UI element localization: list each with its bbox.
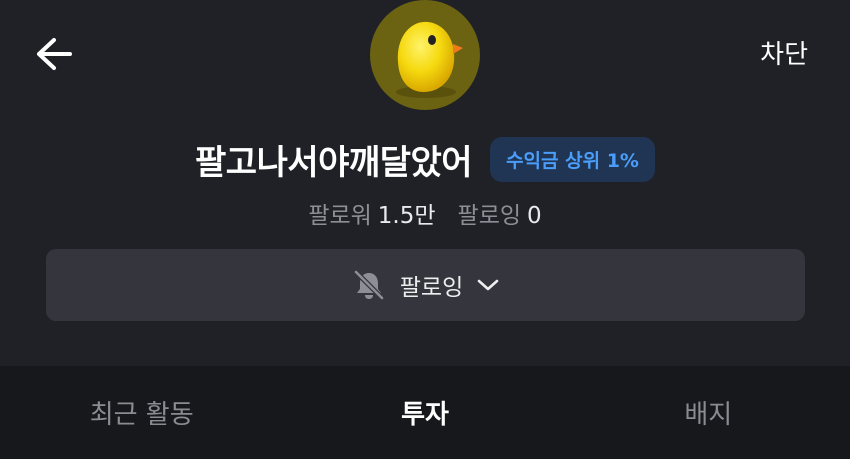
- chevron-down-icon: [477, 279, 499, 291]
- profile-tab-bar: 최근 활동 투자 배지: [0, 366, 850, 459]
- tab-badges[interactable]: 배지: [567, 366, 850, 459]
- followers-count: 1.5만: [377, 203, 436, 229]
- profile-name-row: 팔고나서야깨달았어 수익금 상위 1%: [0, 134, 850, 184]
- back-button[interactable]: [30, 30, 78, 78]
- block-button[interactable]: 차단: [760, 34, 808, 71]
- profit-rank-badge: 수익금 상위 1%: [490, 136, 655, 182]
- arrow-left-icon: [37, 38, 72, 70]
- following-button[interactable]: 팔로잉: [46, 249, 805, 321]
- yellow-chick-icon: [396, 21, 463, 98]
- profile-nickname: 팔고나서야깨달았어: [195, 142, 473, 183]
- followers-label: 팔로워: [308, 203, 372, 229]
- following-button-label: 팔로잉: [399, 275, 464, 301]
- follow-stats: 팔로워 1.5만 팔로잉 0: [0, 196, 850, 230]
- avatar[interactable]: [370, 0, 480, 110]
- top-bar: 차단: [0, 0, 850, 110]
- following-count: 0: [527, 203, 542, 229]
- following-stat[interactable]: 팔로잉 0: [458, 196, 542, 230]
- bell-off-icon: [353, 269, 385, 301]
- followers-stat[interactable]: 팔로워 1.5만: [308, 196, 435, 230]
- tab-recent-activity[interactable]: 최근 활동: [0, 366, 283, 459]
- following-label: 팔로잉: [457, 203, 522, 229]
- tab-investment[interactable]: 투자: [283, 366, 566, 459]
